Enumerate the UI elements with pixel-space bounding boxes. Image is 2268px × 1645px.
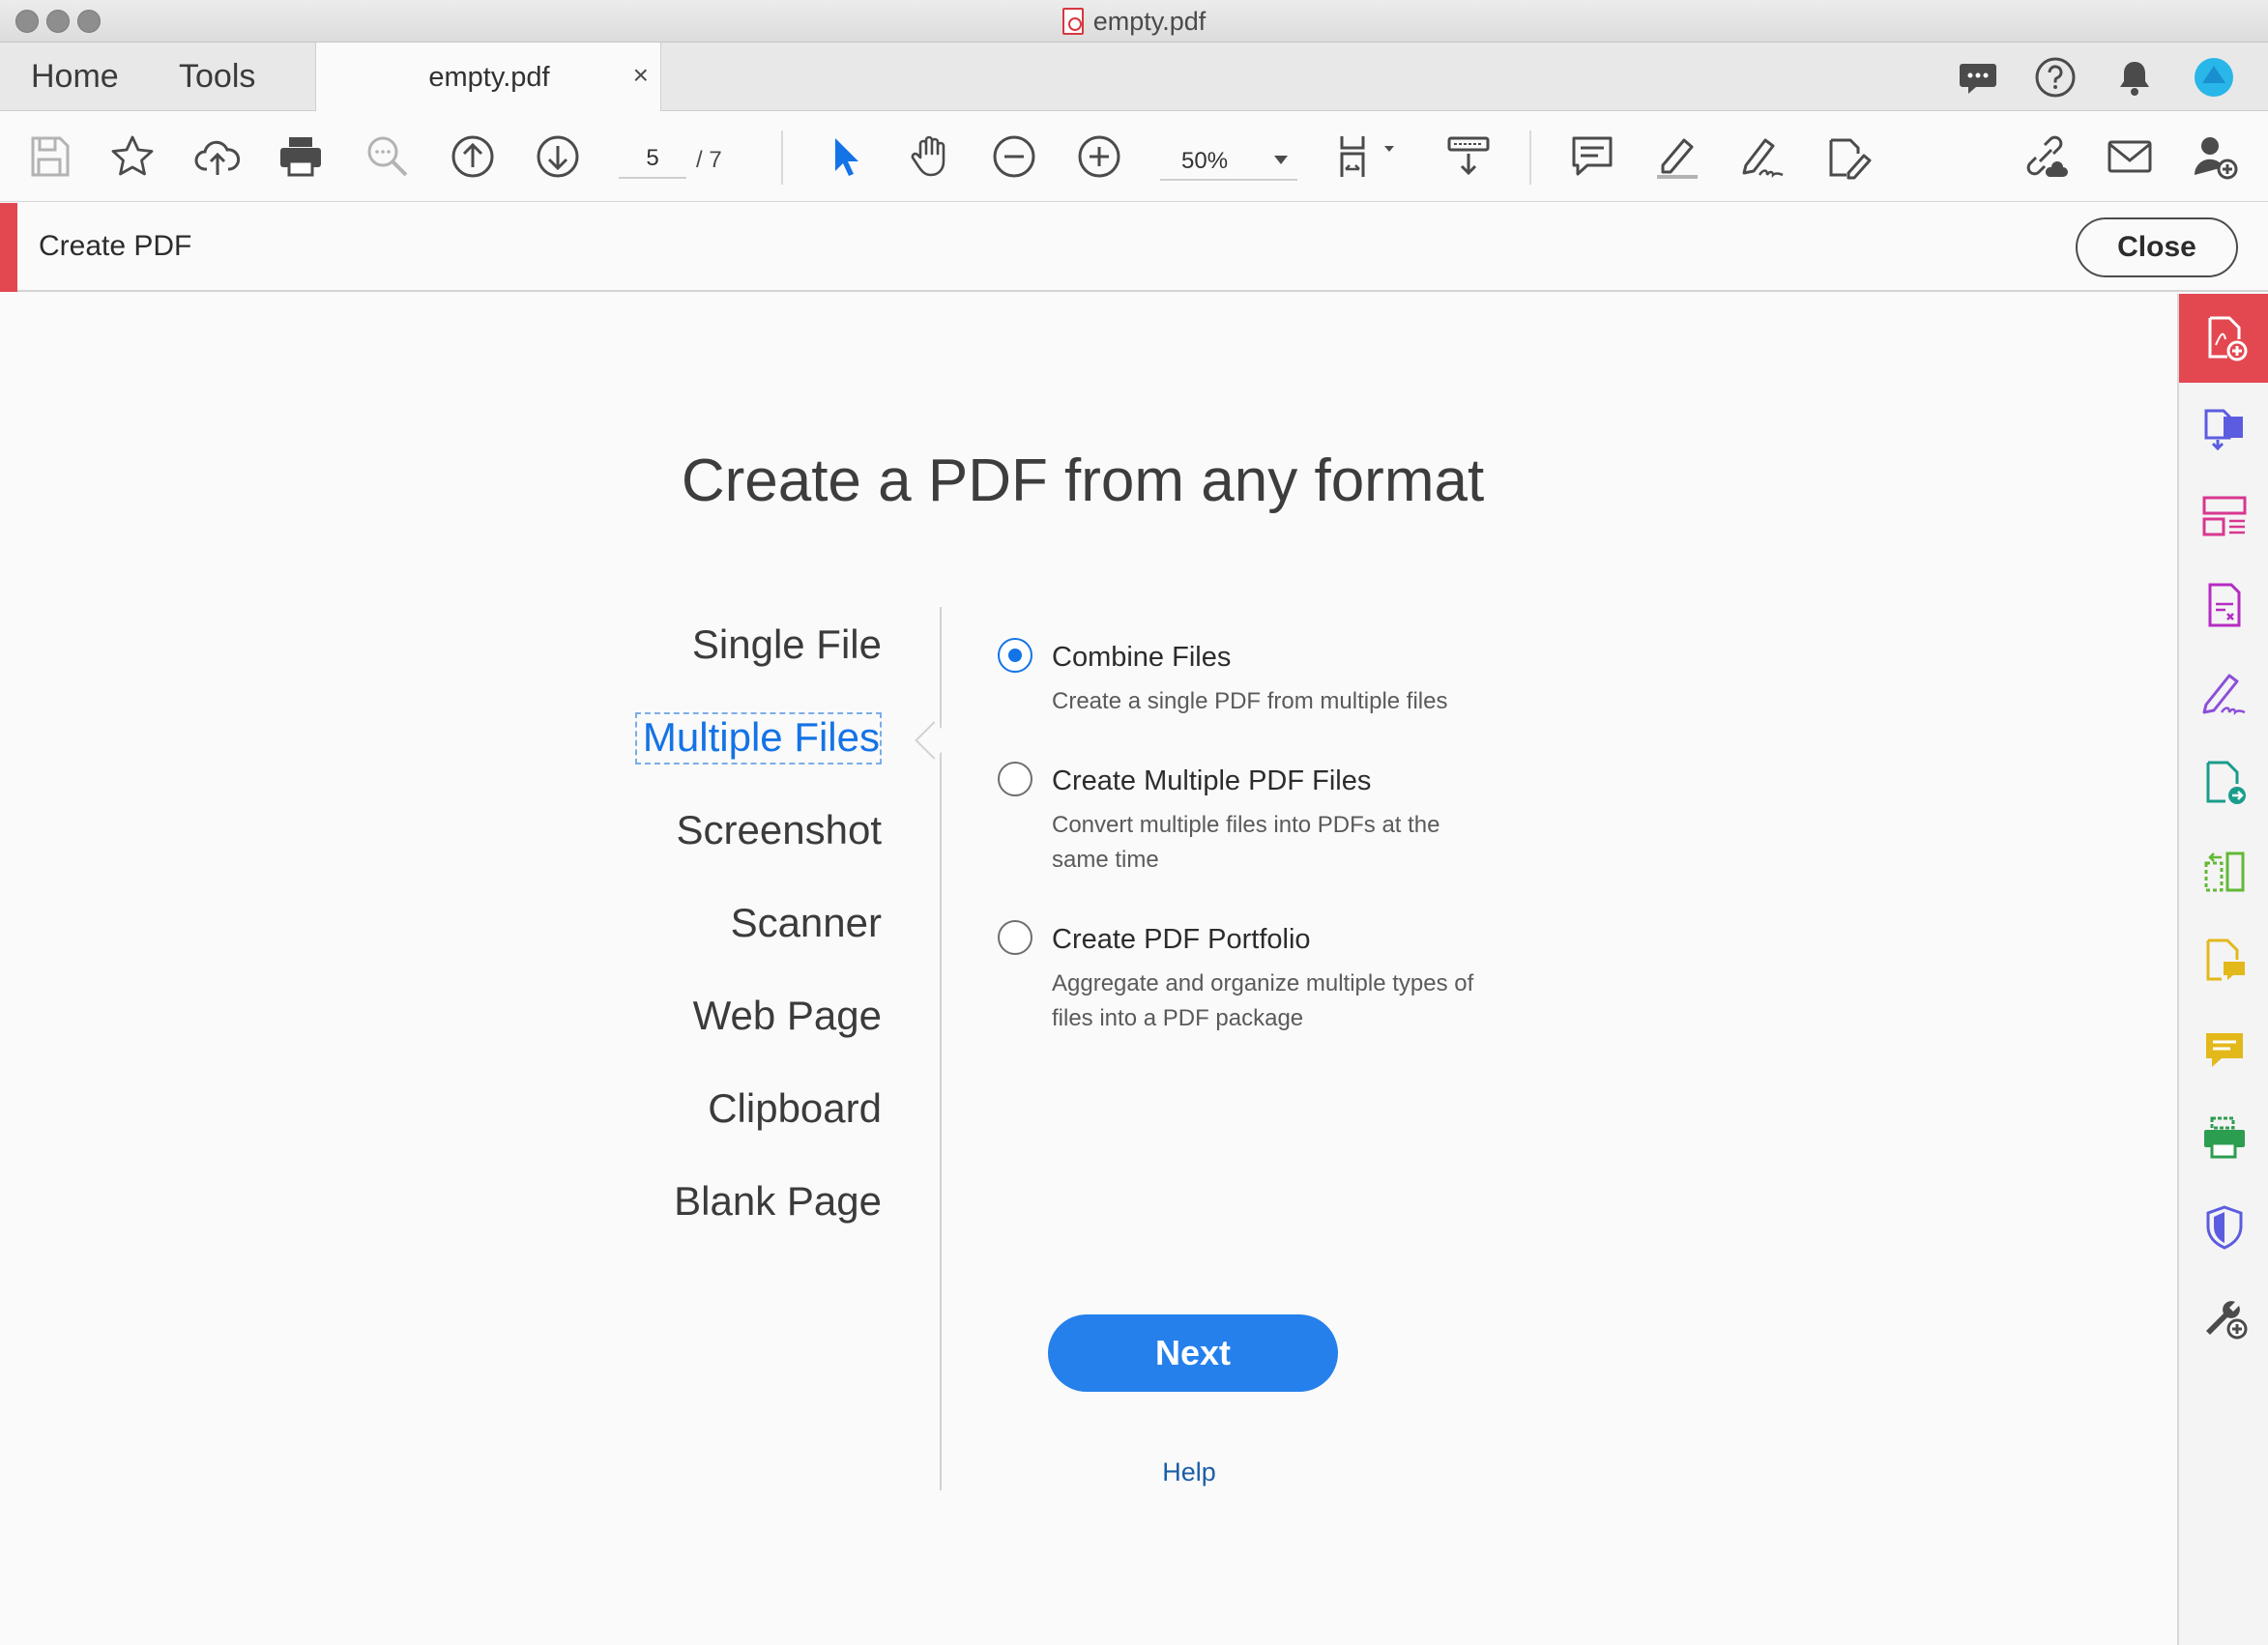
help-icon[interactable] [2034,56,2077,99]
format-screenshot[interactable]: Screenshot [669,805,882,857]
format-scanner[interactable]: Scanner [723,898,882,950]
option-title: Create Multiple PDF Files [1052,765,1372,796]
chevron-down-icon [1274,156,1288,164]
format-web-page[interactable]: Web Page [685,991,882,1043]
more-tools-icon [2206,1301,2248,1340]
tool-header: Create PDF Close [0,203,2268,292]
compare-icon [2204,851,2245,892]
rail-comment[interactable] [2179,1005,2268,1094]
fit-page-icon[interactable] [1334,132,1402,181]
create-multiple-pdf-files-radio[interactable] [998,762,1032,796]
tab-tools[interactable]: Tools [179,43,255,111]
rail-create-pdf[interactable] [2179,294,2268,383]
comment-icon[interactable] [1568,132,1616,181]
page-number-input[interactable] [619,140,686,179]
toolbar-divider [781,130,783,185]
email-icon[interactable] [2106,132,2154,181]
comment-icon [2206,1033,2243,1067]
rail-protect[interactable] [2179,1183,2268,1272]
tool-title: Create PDF [39,230,192,262]
zoom-in-icon[interactable] [1075,132,1123,181]
edit-icon[interactable] [1823,132,1872,181]
window-titlebar: empty.pdf [0,0,2268,43]
rail-more-tools[interactable] [2179,1272,2268,1361]
selection-pointer [915,721,953,760]
scroll-mode-icon[interactable] [1444,132,1493,181]
tools-right-rail [2177,294,2268,1645]
rail-fill-sign[interactable] [2179,649,2268,738]
cloud-upload-icon[interactable] [193,132,242,181]
organize-pages-icon [2202,496,2247,536]
page-up-icon[interactable] [449,132,497,181]
main-toolbar: / 7 50% [0,111,2268,202]
format-multiple-files[interactable]: Multiple Files [634,712,882,765]
zoom-select[interactable]: 50% [1160,140,1297,181]
export-pdf-icon [2204,409,2243,451]
window-title: empty.pdf [0,0,2268,43]
option-title: Combine Files [1052,642,1232,673]
option-description: Aggregate and organize multiple types of… [1052,970,1474,1031]
zoom-value: 50% [1181,148,1229,174]
format-clipboard[interactable]: Clipboard [700,1083,882,1136]
print-production-icon [2204,1116,2245,1159]
toolbar-divider [1529,130,1531,185]
comment-file-icon [2206,938,2245,981]
find-icon[interactable] [363,132,412,181]
combine-files-radio[interactable] [998,638,1032,673]
tab-document[interactable]: empty.pdf × [315,43,661,112]
print-icon[interactable] [276,132,325,181]
create-pdf-portfolio-radio[interactable] [998,920,1032,955]
tab-home[interactable]: Home [31,43,119,111]
page-total: / 7 [696,147,722,173]
add-user-icon[interactable] [2191,132,2239,181]
select-cursor-icon[interactable] [822,132,870,181]
close-tab-icon[interactable]: × [633,60,649,91]
rail-comment-file[interactable] [2179,916,2268,1005]
sign-icon[interactable] [1738,132,1787,181]
pdf-file-icon [1061,8,1084,35]
rail-send-for-signature[interactable] [2179,738,2268,827]
notifications-bell-icon[interactable] [2113,56,2156,99]
send-for-signature-icon [2206,761,2246,804]
window-title-text: empty.pdf [1092,6,1207,36]
format-blank-page[interactable]: Blank Page [666,1176,882,1228]
option-description: Create a single PDF from multiple files [1052,688,1448,714]
zoom-out-icon[interactable] [990,132,1038,181]
page-down-icon[interactable] [534,132,582,181]
option-title: Create PDF Portfolio [1052,924,1311,955]
document-tab-label: empty.pdf [428,62,550,93]
messages-icon[interactable] [1957,56,1999,99]
tab-row: Home Tools empty.pdf × [0,43,2268,112]
fill-sign-icon [2202,674,2246,716]
rail-compare[interactable] [2179,827,2268,916]
account-avatar-icon[interactable] [2193,56,2235,99]
rail-print-production[interactable] [2179,1094,2268,1183]
rail-export-pdf[interactable] [2179,383,2268,472]
help-link[interactable]: Help [1063,1457,1315,1487]
format-single-file[interactable]: Single File [684,620,882,672]
share-link-icon[interactable] [2021,132,2069,181]
next-button[interactable]: Next [1048,1314,1338,1392]
hand-icon[interactable] [907,132,955,181]
highlight-icon[interactable] [1653,132,1701,181]
star-icon[interactable] [108,132,157,181]
protect-icon [2206,1205,2243,1250]
rail-edit-pdf[interactable] [2179,561,2268,649]
option-description: Convert multiple files into PDFs at the … [1052,812,1440,873]
rail-organize-pages[interactable] [2179,472,2268,561]
edit-pdf-icon [2208,583,2241,627]
tool-accent-bar [0,203,17,292]
save-icon[interactable] [25,132,73,181]
create-pdf-icon [2208,316,2248,361]
close-tool-button[interactable]: Close [2076,217,2238,277]
page-title: Create a PDF from any format [681,447,1485,514]
